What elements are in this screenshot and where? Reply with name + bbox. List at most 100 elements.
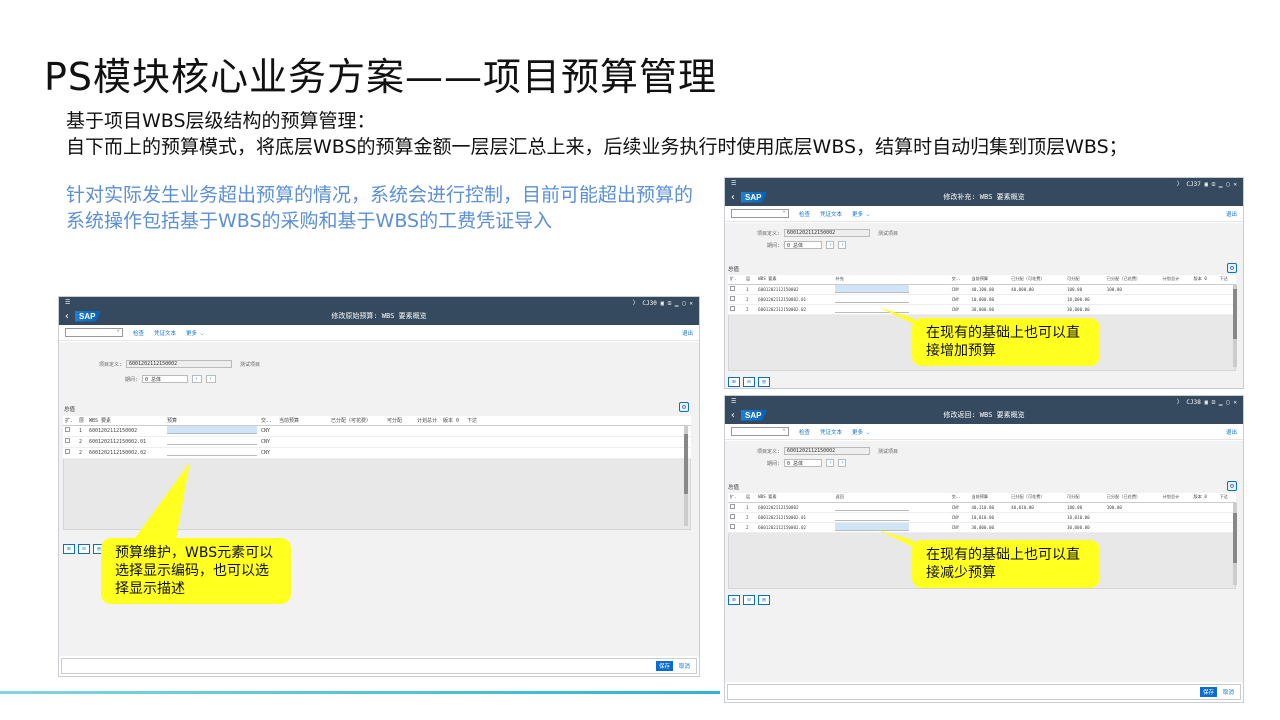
cancel-button[interactable]: 取消	[1223, 688, 1234, 696]
section-total: 总值	[728, 267, 740, 273]
prev-period-icon[interactable]: ‹	[826, 241, 835, 249]
period-select[interactable]: 0 总体	[142, 375, 189, 383]
row-checkbox[interactable]	[730, 514, 735, 519]
intro-line-1: 基于项目WBS层级结构的预算管理：	[66, 110, 376, 132]
period-select[interactable]: 0 总体	[784, 241, 823, 249]
table-row[interactable]: 2 6001202112150002.02 CNY	[63, 447, 691, 459]
row-checkbox[interactable]	[730, 524, 735, 529]
budget-input[interactable]	[167, 447, 257, 456]
table-header: 扩. 层 WBS 要素 返回 交.. 当前预算 已分配（可花费） 可分配 已分配…	[728, 493, 1236, 503]
return-input[interactable]	[835, 522, 910, 531]
variant-dropdown[interactable]	[731, 425, 789, 436]
wbs-table: 扩. 层 WBS 要素 返回 交.. 当前预算 已分配（可花费） 可分配 已分配…	[728, 493, 1236, 533]
table-row[interactable]: 1 6001202112150002 CNY	[63, 425, 691, 437]
supplement-input[interactable]	[835, 284, 910, 293]
exit-button[interactable]: 退出	[1226, 210, 1237, 218]
window-buttons-icon[interactable]: ▣ ⊡ ▁ ▢ ✕	[1201, 399, 1237, 406]
row-checkbox[interactable]	[65, 449, 70, 454]
expand-icon[interactable]: ⊞	[728, 595, 740, 605]
table-row[interactable]: 1 6001202112150002 CNY 40,110.00 40,010.…	[728, 502, 1236, 513]
vertical-scrollbar[interactable]	[1233, 503, 1237, 585]
callout-left: 预算维护，WBS元素可以选择显示编码，也可以选择显示描述	[101, 538, 291, 604]
doc-text-button[interactable]: 凭证文本	[820, 210, 842, 218]
project-field: 项目定义: 6001202112150002 测试项目	[757, 447, 899, 455]
return-input[interactable]	[835, 502, 910, 511]
expand-icon[interactable]: ⊞	[728, 377, 740, 387]
more-button[interactable]: 更多 ⌵	[852, 210, 870, 218]
save-button[interactable]: 保存	[1199, 687, 1217, 697]
collapse-icon[interactable]: ⊟	[78, 544, 90, 554]
window-topbar: ☰ 〉 CJ38 ▣ ⊡ ▁ ▢ ✕	[725, 396, 1243, 406]
row-checkbox[interactable]	[730, 296, 735, 301]
row-checkbox[interactable]	[730, 286, 735, 291]
check-button[interactable]: 检查	[799, 428, 810, 436]
check-button[interactable]: 检查	[799, 210, 810, 218]
next-period-icon[interactable]: ›	[206, 375, 217, 383]
row-checkbox[interactable]	[65, 438, 70, 443]
return-input[interactable]	[835, 512, 910, 521]
prev-period-icon[interactable]: ‹	[826, 459, 835, 467]
table-row[interactable]: 2 6001202112150002.02 CNY 30,000.00 30,0…	[728, 522, 1236, 533]
window-title: 修改补充: WBS 要素概览	[943, 193, 1025, 201]
settings-icon[interactable]: ⚙	[679, 402, 689, 412]
toolbar: 检查 凭证文本 更多 ⌵ 退出	[725, 206, 1243, 222]
window-topbar: ☰ 〉 CJ37 ▣ ⊡ ▁ ▢ ✕	[725, 178, 1243, 188]
variant-dropdown[interactable]	[731, 207, 789, 218]
table-buttons: ⊞ ⊟ ▤	[728, 595, 770, 605]
settings-icon[interactable]: ⚙	[1227, 481, 1237, 491]
more-button[interactable]: 更多 ⌵	[852, 428, 870, 436]
table-header: 扩. 层 WBS 要素 预算 交.. 当前预算 已分配（可花费） 可分配 计划总…	[63, 416, 691, 426]
window-topbar: ☰ 〉 CJ30 ▣ ⊡ ▁ ▢ ✕	[59, 297, 699, 307]
vertical-scrollbar[interactable]	[1233, 285, 1237, 367]
table-row[interactable]: 2 6001202112150002.01 CNY	[63, 436, 691, 448]
menu-icon[interactable]: ☰	[65, 299, 70, 306]
project-field: 项目定义: 6001202112150002 测试项目	[99, 360, 261, 368]
budget-input[interactable]	[167, 425, 257, 434]
detail-icon[interactable]: ▤	[758, 595, 770, 605]
expand-icon[interactable]: ⊞	[63, 544, 75, 554]
section-total: 总值	[728, 485, 740, 491]
budget-input[interactable]	[167, 436, 257, 445]
table-buttons: ⊞ ⊟ ▤	[728, 377, 770, 387]
period-select[interactable]: 0 总体	[784, 459, 823, 467]
supplement-input[interactable]	[835, 294, 910, 303]
doc-text-button[interactable]: 凭证文本	[154, 329, 176, 337]
detail-icon[interactable]: ▤	[758, 377, 770, 387]
row-checkbox[interactable]	[730, 306, 735, 311]
next-period-icon[interactable]: ›	[838, 241, 847, 249]
more-button[interactable]: 更多 ⌵	[186, 329, 204, 337]
vertical-scrollbar[interactable]	[684, 426, 688, 526]
project-input[interactable]: 6001202112150002	[784, 447, 871, 455]
window-buttons-icon[interactable]: ▣ ⊡ ▁ ▢ ✕	[657, 300, 693, 307]
menu-icon[interactable]: ☰	[731, 180, 736, 187]
variant-dropdown[interactable]	[65, 326, 123, 337]
table-row[interactable]: 1 6001202112150002 CNY 40,100.00 40,000.…	[728, 284, 1236, 295]
intro-text: 基于项目WBS层级结构的预算管理： 自下而上的预算模式，将底层WBS的预算金额一…	[66, 108, 1128, 160]
exit-button[interactable]: 退出	[682, 329, 693, 337]
check-button[interactable]: 检查	[133, 329, 144, 337]
prev-period-icon[interactable]: ‹	[192, 375, 203, 383]
row-checkbox[interactable]	[65, 427, 70, 432]
table-row[interactable]: 2 6001202112150002.01 CNY 10,010.00 10,0…	[728, 512, 1236, 523]
doc-text-button[interactable]: 凭证文本	[820, 428, 842, 436]
shell-bar: ‹ SAP 修改返回: WBS 要素概览	[725, 406, 1243, 424]
project-input[interactable]: 6001202112150002	[126, 360, 233, 368]
footer-bar: 保存 取消	[727, 684, 1241, 700]
supplement-input[interactable]	[835, 304, 910, 313]
window-buttons-icon[interactable]: ▣ ⊡ ▁ ▢ ✕	[1201, 181, 1237, 188]
project-input[interactable]: 6001202112150002	[784, 229, 871, 237]
table-row[interactable]: 2 6001202112150002.02 CNY 30,000.00 30,0…	[728, 304, 1236, 315]
table-row[interactable]: 2 6001202112150002.01 CNY 10,000.00 10,0…	[728, 294, 1236, 305]
collapse-icon[interactable]: ⊟	[743, 595, 755, 605]
collapse-icon[interactable]: ⊟	[743, 377, 755, 387]
next-period-icon[interactable]: ›	[838, 459, 847, 467]
wbs-table: 扩. 层 WBS 要素 补充 交.. 当前预算 已分配（可花费） 可分配 已分配…	[728, 275, 1236, 315]
shell-bar: ‹ SAP 修改原始预算: WBS 要素概览	[59, 307, 699, 325]
save-button[interactable]: 保存	[655, 661, 673, 671]
exit-button[interactable]: 退出	[1226, 428, 1237, 436]
menu-icon[interactable]: ☰	[731, 398, 736, 405]
settings-icon[interactable]: ⚙	[1227, 263, 1237, 273]
period-field: 期间: 0 总体 ‹ ›	[767, 459, 847, 467]
row-checkbox[interactable]	[730, 504, 735, 509]
cancel-button[interactable]: 取消	[679, 662, 690, 670]
